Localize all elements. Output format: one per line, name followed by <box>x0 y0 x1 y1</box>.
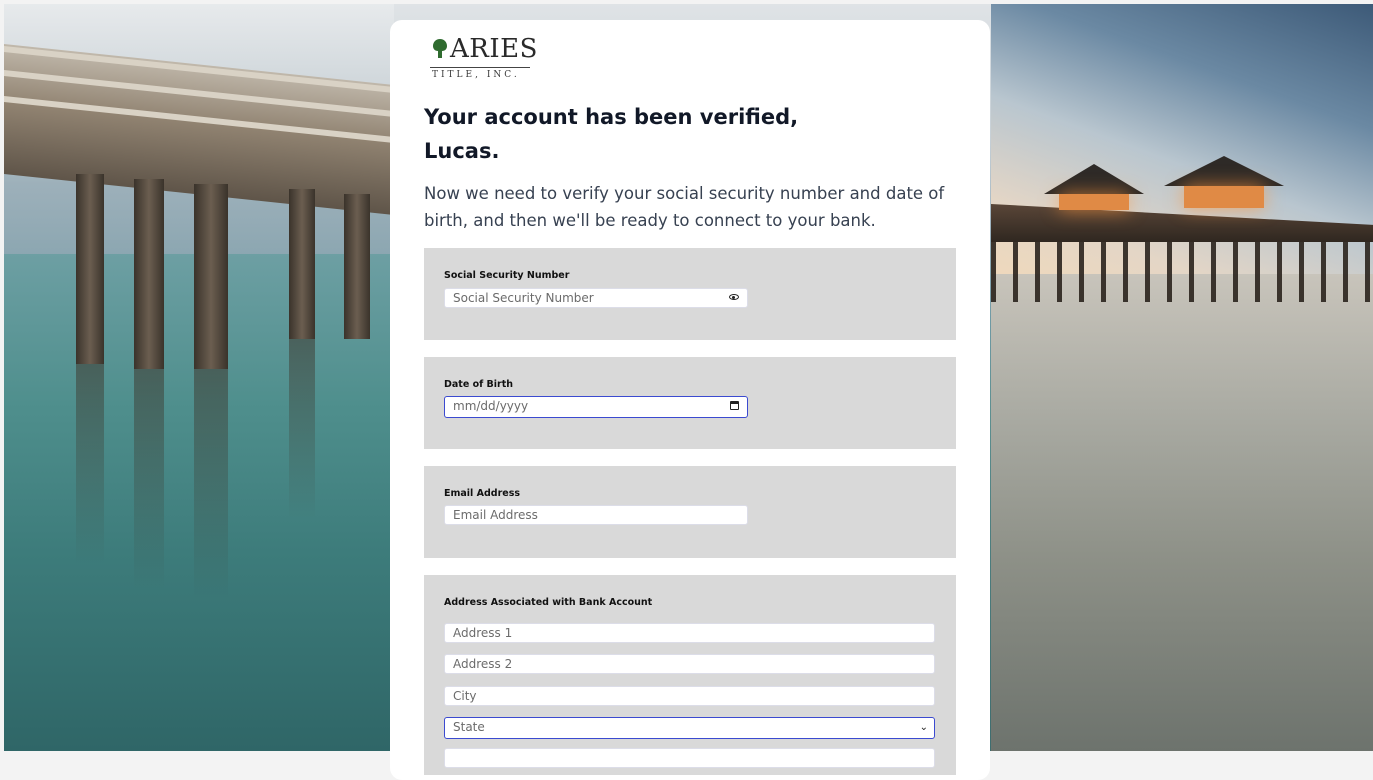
dob-placeholder: mm/dd/yyyy <box>453 399 529 413</box>
state-selected: State <box>453 720 485 734</box>
hut-roof <box>1044 164 1144 194</box>
ssn-input[interactable]: Social Security Number <box>444 288 748 308</box>
pile-reflection <box>289 339 315 519</box>
address-panel: Address Associated with Bank Account Add… <box>424 575 956 775</box>
calendar-icon[interactable] <box>730 401 739 410</box>
logo-divider <box>430 67 530 68</box>
address2-input[interactable]: Address 2 <box>444 654 935 674</box>
address2-placeholder: Address 2 <box>453 657 513 671</box>
pier-legs-right <box>991 242 1373 302</box>
verification-card: ARIES TITLE, INC. Your account has been … <box>390 20 990 780</box>
hut-roof <box>1164 156 1284 186</box>
logo-wordmark: ARIES <box>430 34 538 64</box>
logo-name: ARIES <box>450 34 538 64</box>
dob-input[interactable]: mm/dd/yyyy <box>444 396 748 418</box>
eye-icon[interactable] <box>729 294 739 300</box>
pier-pile <box>344 194 370 339</box>
tree-icon <box>433 39 447 58</box>
dob-panel: Date of Birth mm/dd/yyyy <box>424 357 956 449</box>
pile-reflection <box>134 369 164 589</box>
pile-reflection <box>194 369 228 599</box>
title-line-1: Your account has been verified, <box>424 105 799 129</box>
intro-text: Now we need to verify your social securi… <box>424 184 945 230</box>
email-label: Email Address <box>444 488 521 499</box>
company-logo: ARIES TITLE, INC. <box>430 34 540 82</box>
state-select[interactable]: State ⌄ <box>444 717 935 739</box>
background-water-right <box>991 274 1373 751</box>
ssn-panel: Social Security Number Social Security N… <box>424 248 956 340</box>
pier-pile <box>289 189 315 339</box>
pile-reflection <box>76 364 104 564</box>
dob-label: Date of Birth <box>444 379 514 390</box>
hut-lit <box>1184 186 1264 208</box>
address1-placeholder: Address 1 <box>453 626 513 640</box>
pier-pile <box>76 174 104 364</box>
pier-pile <box>134 179 164 369</box>
hut-lit <box>1059 194 1129 210</box>
logo-tagline: TITLE, INC. <box>432 70 520 80</box>
email-input[interactable]: Email Address <box>444 505 748 525</box>
next-input-partial[interactable] <box>444 748 935 768</box>
city-input[interactable]: City <box>444 686 935 706</box>
chevron-down-icon: ⌄ <box>919 722 928 733</box>
city-placeholder: City <box>453 689 477 703</box>
address-label: Address Associated with Bank Account <box>444 597 653 608</box>
ssn-placeholder: Social Security Number <box>453 291 594 305</box>
ssn-label: Social Security Number <box>444 270 570 281</box>
pier-pile <box>194 184 228 369</box>
address1-input[interactable]: Address 1 <box>444 623 935 643</box>
page-title: Your account has been verified, Lucas. <box>424 100 854 168</box>
email-panel: Email Address Email Address <box>424 466 956 558</box>
email-placeholder: Email Address <box>453 508 538 522</box>
title-line-2: Lucas. <box>424 139 500 163</box>
